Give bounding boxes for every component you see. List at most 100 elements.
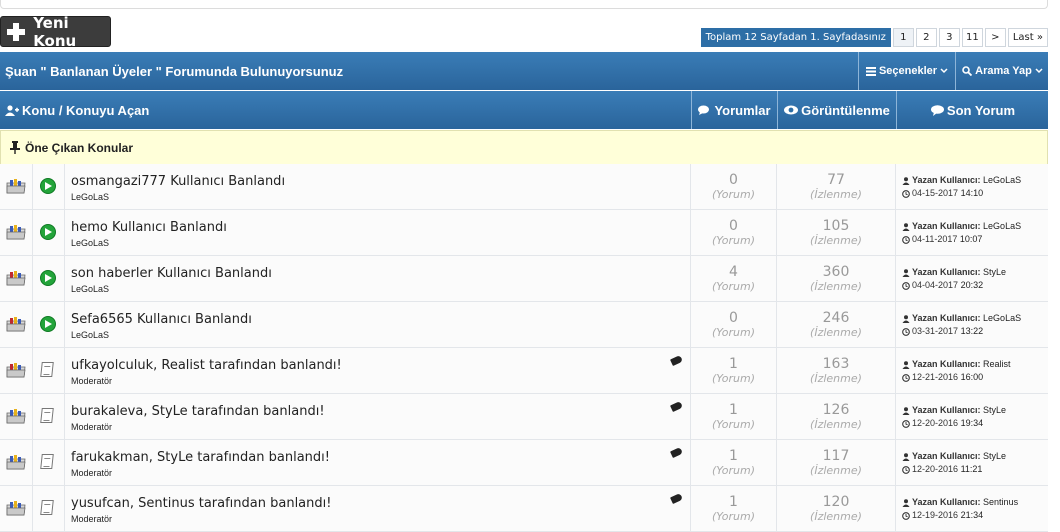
topic-folder-cell (0, 164, 33, 209)
topic-folder-cell (0, 440, 33, 485)
topic-replies-cell: 1 (Yorum) (691, 348, 777, 393)
topic-title-link[interactable]: burakaleva, StyLe tarafından banlandı! (71, 404, 325, 419)
tag-icon[interactable] (670, 401, 683, 412)
header-views[interactable]: Görüntülenme (777, 91, 896, 129)
last-post-user-link[interactable]: StyLe (983, 451, 1006, 461)
last-post-user-link[interactable]: LeGoLaS (983, 175, 1021, 185)
topic-author-link[interactable]: LeGoLaS (71, 330, 109, 340)
last-post-date-line: 12-21-2016 16:00 (902, 372, 983, 382)
options-button[interactable]: Seçenekler (858, 52, 955, 90)
replies-count[interactable]: 1 (691, 494, 776, 510)
arrow-right-icon[interactable] (40, 316, 56, 332)
last-post-user-line: Yazan Kullanıcı: LeGoLaS (902, 175, 1021, 185)
tag-icon[interactable] (670, 493, 683, 504)
views-unit: (İzlenme) (810, 418, 862, 431)
options-label: Seçenekler (878, 65, 938, 77)
topic-title-link[interactable]: farukakman, StyLe tarafından banlandı! (71, 450, 330, 465)
last-post-date: 12-20-2016 (912, 418, 959, 428)
last-post-user-link[interactable]: LeGoLaS (983, 221, 1021, 231)
topic-title-link[interactable]: son haberler Kullanıcı Banlandı (71, 266, 272, 281)
page-link-1[interactable]: 1 (892, 28, 914, 47)
replies-count[interactable]: 1 (691, 356, 776, 372)
last-post-user-link[interactable]: LeGoLaS (983, 313, 1021, 323)
document-icon (40, 362, 54, 377)
table-row: Sefa6565 Kullanıcı Banlandı LeGoLaS 0 (Y… (0, 302, 1048, 348)
arrow-right-icon[interactable] (40, 178, 56, 194)
eye-icon (784, 105, 799, 115)
folder-blue-icon (6, 501, 26, 516)
pagination: Toplam 12 Sayfadan 1. Sayfadasınız 1 2 3… (700, 28, 1048, 47)
replies-count[interactable]: 0 (691, 172, 776, 188)
topic-author-link[interactable]: LeGoLaS (71, 238, 109, 248)
replies-unit: (Yorum) (711, 188, 756, 201)
user-plus-icon (5, 104, 19, 116)
last-post-user-link[interactable]: Realist (983, 359, 1011, 369)
last-post-user-line: Yazan Kullanıcı: StyLe (902, 405, 1006, 415)
topic-author-link[interactable]: LeGoLaS (71, 192, 109, 202)
user-icon (902, 176, 910, 185)
topic-last-post-cell: Yazan Kullanıcı: Realist 12-21-2016 16:0… (896, 348, 1048, 393)
clock-icon (902, 419, 910, 428)
last-post-user-link[interactable]: Sentinus (983, 497, 1018, 507)
clock-icon (902, 235, 910, 244)
views-count: 120 (822, 494, 850, 510)
arrow-right-icon[interactable] (40, 270, 56, 286)
replies-count[interactable]: 0 (691, 310, 776, 326)
last-post-time: 20:32 (960, 280, 984, 290)
last-post-time: 21:34 (960, 510, 984, 520)
topic-views-cell: 117 (İzlenme) (777, 440, 896, 485)
topic-title-link[interactable]: Sefa6565 Kullanıcı Banlandı (71, 312, 252, 327)
forum-bar: Şuan " Banlanan Üyeler " Forumunda Bulun… (0, 52, 1048, 90)
last-post-user-line: Yazan Kullanıcı: Sentinus (902, 497, 1018, 507)
menu-icon (865, 66, 876, 76)
replies-count[interactable]: 1 (691, 448, 776, 464)
header-replies[interactable]: Yorumlar (691, 91, 777, 129)
topic-author-link[interactable]: LeGoLaS (71, 284, 109, 294)
topic-last-post-cell: Yazan Kullanıcı: LeGoLaS 04-11-2017 10:0… (896, 210, 1048, 255)
folder-red-icon (6, 363, 26, 378)
page-link-11[interactable]: 11 (961, 28, 983, 47)
arrow-right-icon[interactable] (40, 224, 56, 240)
last-post-user-link[interactable]: StyLe (983, 405, 1006, 415)
last-post-time: 13:22 (960, 326, 984, 336)
topic-author-link[interactable]: Moderatör (71, 514, 112, 524)
header-last-post[interactable]: Son Yorum (896, 91, 1049, 129)
user-icon (902, 406, 910, 415)
page-link-3[interactable]: 3 (938, 28, 960, 47)
forum-title: Şuan " Banlanan Üyeler " Forumunda Bulun… (5, 64, 344, 79)
views-unit: (İzlenme) (810, 464, 862, 477)
chevron-down-icon (1035, 68, 1043, 74)
topic-replies-cell: 1 (Yorum) (691, 486, 777, 531)
search-button[interactable]: Arama Yap (955, 52, 1049, 90)
last-post-user-line: Yazan Kullanıcı: LeGoLaS (902, 313, 1021, 323)
topic-author-link[interactable]: Moderatör (71, 468, 112, 478)
header-last-post-label: Son Yorum (946, 102, 1016, 118)
topic-title-link[interactable]: ufkayolculuk, Realist tarafından banland… (71, 358, 342, 373)
replies-count[interactable]: 0 (691, 218, 776, 234)
views-unit: (İzlenme) (810, 372, 862, 385)
last-post-user-link[interactable]: StyLe (983, 267, 1006, 277)
tag-icon[interactable] (670, 447, 683, 458)
page-next-link[interactable]: > (984, 28, 1006, 47)
topic-replies-cell: 0 (Yorum) (691, 164, 777, 209)
sticky-section-header: Öne Çıkan Konular (0, 130, 1048, 165)
header-topic[interactable]: Konu / Konuyu Açan (0, 91, 690, 129)
page-last-link[interactable]: Last » (1007, 28, 1048, 47)
tag-icon[interactable] (670, 355, 683, 366)
topic-title-link[interactable]: yusufcan, Sentinus tarafından banlandı! (71, 496, 331, 511)
new-topic-button[interactable]: Yeni Konu (0, 14, 111, 50)
page-link-2[interactable]: 2 (915, 28, 937, 47)
topic-views-cell: 246 (İzlenme) (777, 302, 896, 347)
replies-count[interactable]: 1 (691, 402, 776, 418)
user-icon (902, 452, 910, 461)
pin-icon (10, 141, 20, 154)
topic-author-link[interactable]: Moderatör (71, 422, 112, 432)
replies-unit: (Yorum) (711, 234, 756, 247)
topic-author-link[interactable]: Moderatör (71, 376, 112, 386)
posted-by-label: Yazan Kullanıcı: (912, 497, 981, 507)
topic-replies-cell: 1 (Yorum) (691, 394, 777, 439)
topic-title-link[interactable]: hemo Kullanıcı Banlandı (71, 220, 227, 235)
topic-title-link[interactable]: osmangazi777 Kullanıcı Banlandı (71, 174, 285, 189)
replies-count[interactable]: 4 (691, 264, 776, 280)
table-row: ufkayolculuk, Realist tarafından banland… (0, 348, 1048, 394)
